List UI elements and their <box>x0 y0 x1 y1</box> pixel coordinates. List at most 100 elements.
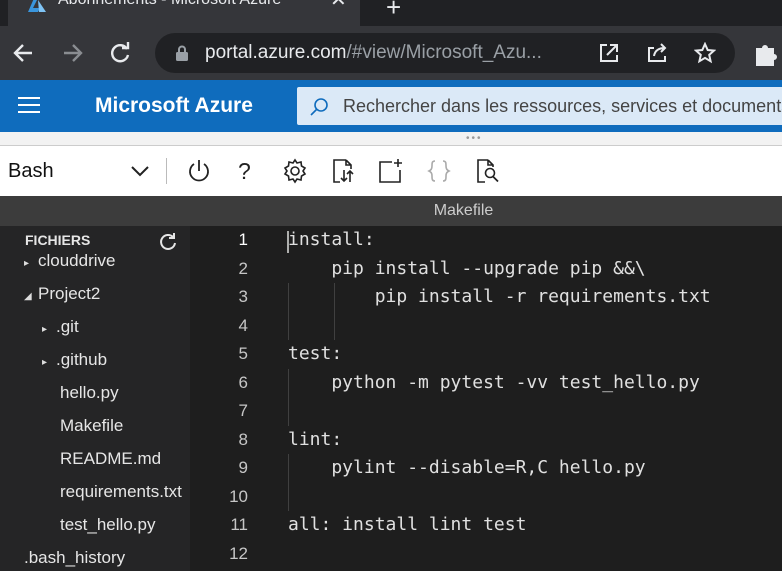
refresh-icon[interactable] <box>158 232 178 252</box>
tree-item-label: .git <box>56 317 79 336</box>
search-icon <box>310 98 328 116</box>
settings-icon[interactable] <box>282 158 308 184</box>
tree-item-label: .bash_history <box>24 548 126 567</box>
code-editor[interactable]: 12 11 all: install lint test 10 9 pylint --d… <box>190 226 782 571</box>
line-number: 3 <box>238 287 248 306</box>
new-tab-button[interactable]: + <box>386 0 401 20</box>
line-number: 11 <box>230 515 248 534</box>
url-host: portal.azure.com <box>205 42 347 63</box>
code-line[interactable]: 2 pip install --upgrade pip &&\ <box>190 255 782 284</box>
open-in-app-icon[interactable] <box>598 42 620 64</box>
browser-toolbar: portal.azure.com/#view/Microsoft_Azu... <box>0 26 782 80</box>
indent-guide <box>288 454 289 511</box>
tree-item[interactable]: README.md <box>0 442 190 475</box>
file-explorer: ▸ clouddrive ◢ Project2 ▸ .git ▸ .github hello.p… <box>0 226 190 571</box>
line-number: 5 <box>238 344 248 363</box>
indent-guide <box>288 283 289 340</box>
code-text: all: install lint test <box>288 514 527 535</box>
search-placeholder: Rechercher dans les ressources, services… <box>343 96 782 116</box>
code-line[interactable]: 9 pylint --disable=R,C hello.py <box>190 454 782 483</box>
indent-guide <box>288 369 289 426</box>
line-number: 1 <box>238 230 248 249</box>
indent-guide <box>334 283 335 340</box>
azure-title[interactable]: Microsoft Azure <box>95 80 253 132</box>
code-line[interactable]: 3 pip install -r requirements.txt <box>190 283 782 312</box>
azure-logo-icon <box>28 0 46 12</box>
tree-item-label: .github <box>56 350 108 369</box>
code-text: lint: <box>288 428 343 450</box>
extensions-puzzle-icon[interactable] <box>752 38 782 68</box>
power-icon[interactable] <box>186 158 212 184</box>
tree-item[interactable]: test_hello.py <box>0 508 190 541</box>
tree-item[interactable]: Makefile <box>0 409 190 442</box>
line-number: 2 <box>238 258 248 278</box>
code-text: pylint --disable=R,C hello.py <box>288 457 646 478</box>
text-cursor <box>287 231 289 253</box>
tab-close-icon[interactable]: ✕ <box>330 0 347 11</box>
reload-icon[interactable] <box>106 39 134 67</box>
address-bar[interactable]: portal.azure.com/#view/Microsoft_Azu... <box>155 33 735 73</box>
chevron-expanded-icon[interactable]: ◢ <box>24 280 38 313</box>
browser-tab[interactable]: Abonnements - Microsoft Azure ✕ <box>8 0 360 26</box>
url-path: /#view/Microsoft_Azu... <box>346 42 542 63</box>
shell-type-select[interactable]: Bash <box>0 146 162 196</box>
hamburger-menu-icon[interactable] <box>18 97 40 115</box>
chevron-right-icon[interactable]: ▸ <box>42 313 56 346</box>
explorer-title: FICHIERS <box>25 232 91 248</box>
bookmark-star-icon[interactable] <box>694 42 716 64</box>
tree-item[interactable]: ▸ .github <box>0 343 190 376</box>
line-number: 6 <box>238 372 248 392</box>
code-line[interactable]: 11 all: install lint test <box>190 511 782 540</box>
line-number: 10 <box>229 486 248 506</box>
code-line[interactable]: 7 <box>190 397 782 426</box>
tree-item[interactable]: ▸ .git <box>0 310 190 343</box>
code-text: install: <box>288 229 375 250</box>
line-number: 9 <box>238 458 248 477</box>
code-line[interactable]: 4 <box>190 312 782 341</box>
tree-item[interactable]: hello.py <box>0 376 190 409</box>
browser-tab-strip: Abonnements - Microsoft Azure ✕ + <box>0 0 782 26</box>
chevron-down-icon <box>131 166 149 177</box>
shell-type-value: Bash <box>8 160 54 182</box>
tree-item-label: README.md <box>60 449 162 468</box>
toolbar-divider <box>166 158 167 184</box>
code-text: pip install -r requirements.txt <box>288 286 711 307</box>
forward-arrow-icon[interactable] <box>58 39 86 67</box>
new-session-icon[interactable] <box>378 158 404 184</box>
lock-icon[interactable] <box>175 45 189 61</box>
open-file-name: Makefile <box>433 202 494 219</box>
back-arrow-icon[interactable] <box>10 39 38 67</box>
code-text: test: <box>288 343 343 364</box>
explorer-header: FICHIERS <box>0 226 190 254</box>
code-text: python -m pytest -vv test_hello.py <box>288 371 700 393</box>
line-number: 7 <box>238 401 248 420</box>
tab-title: Abonnements - Microsoft Azure <box>58 0 316 11</box>
resize-grip-icon[interactable]: ••• <box>466 134 483 144</box>
web-preview-icon[interactable] <box>474 158 500 184</box>
code-line[interactable]: 6 python -m pytest -vv test_hello.py <box>190 369 782 398</box>
code-line[interactable]: 5 test: <box>190 340 782 369</box>
upload-download-icon[interactable] <box>330 158 356 184</box>
tree-item-label: Makefile <box>60 416 124 435</box>
help-icon[interactable]: ? <box>238 146 251 196</box>
tree-item[interactable]: requirements.txt <box>0 475 190 508</box>
cloud-shell-toolbar: Bash ? <box>0 146 782 196</box>
code-line[interactable]: 10 <box>190 483 782 512</box>
code-text: pip install --upgrade pip &&\ <box>288 257 646 279</box>
tree-item-label: test_hello.py <box>60 515 156 534</box>
share-icon[interactable] <box>646 42 668 64</box>
tree-item[interactable]: .bash_history <box>0 541 190 571</box>
chevron-right-icon[interactable]: ▸ <box>42 346 56 379</box>
panel-resize-bar[interactable]: ••• <box>0 132 782 146</box>
braces-icon[interactable] <box>426 158 452 184</box>
url-text[interactable]: portal.azure.com/#view/Microsoft_Azu... <box>205 33 585 73</box>
line-number: 4 <box>238 315 248 335</box>
global-search-input[interactable]: Rechercher dans les ressources, services… <box>297 87 782 125</box>
tree-item-label: requirements.txt <box>60 482 182 501</box>
code-line[interactable]: 1 install: <box>190 226 782 255</box>
line-number: 8 <box>238 429 248 449</box>
code-line[interactable]: 12 <box>190 540 782 569</box>
tree-item[interactable]: ◢ Project2 <box>0 277 190 310</box>
code-line[interactable]: 8 lint: <box>190 426 782 455</box>
file-tree: ▸ clouddrive ◢ Project2 ▸ .git ▸ .github hello.p… <box>0 244 190 571</box>
